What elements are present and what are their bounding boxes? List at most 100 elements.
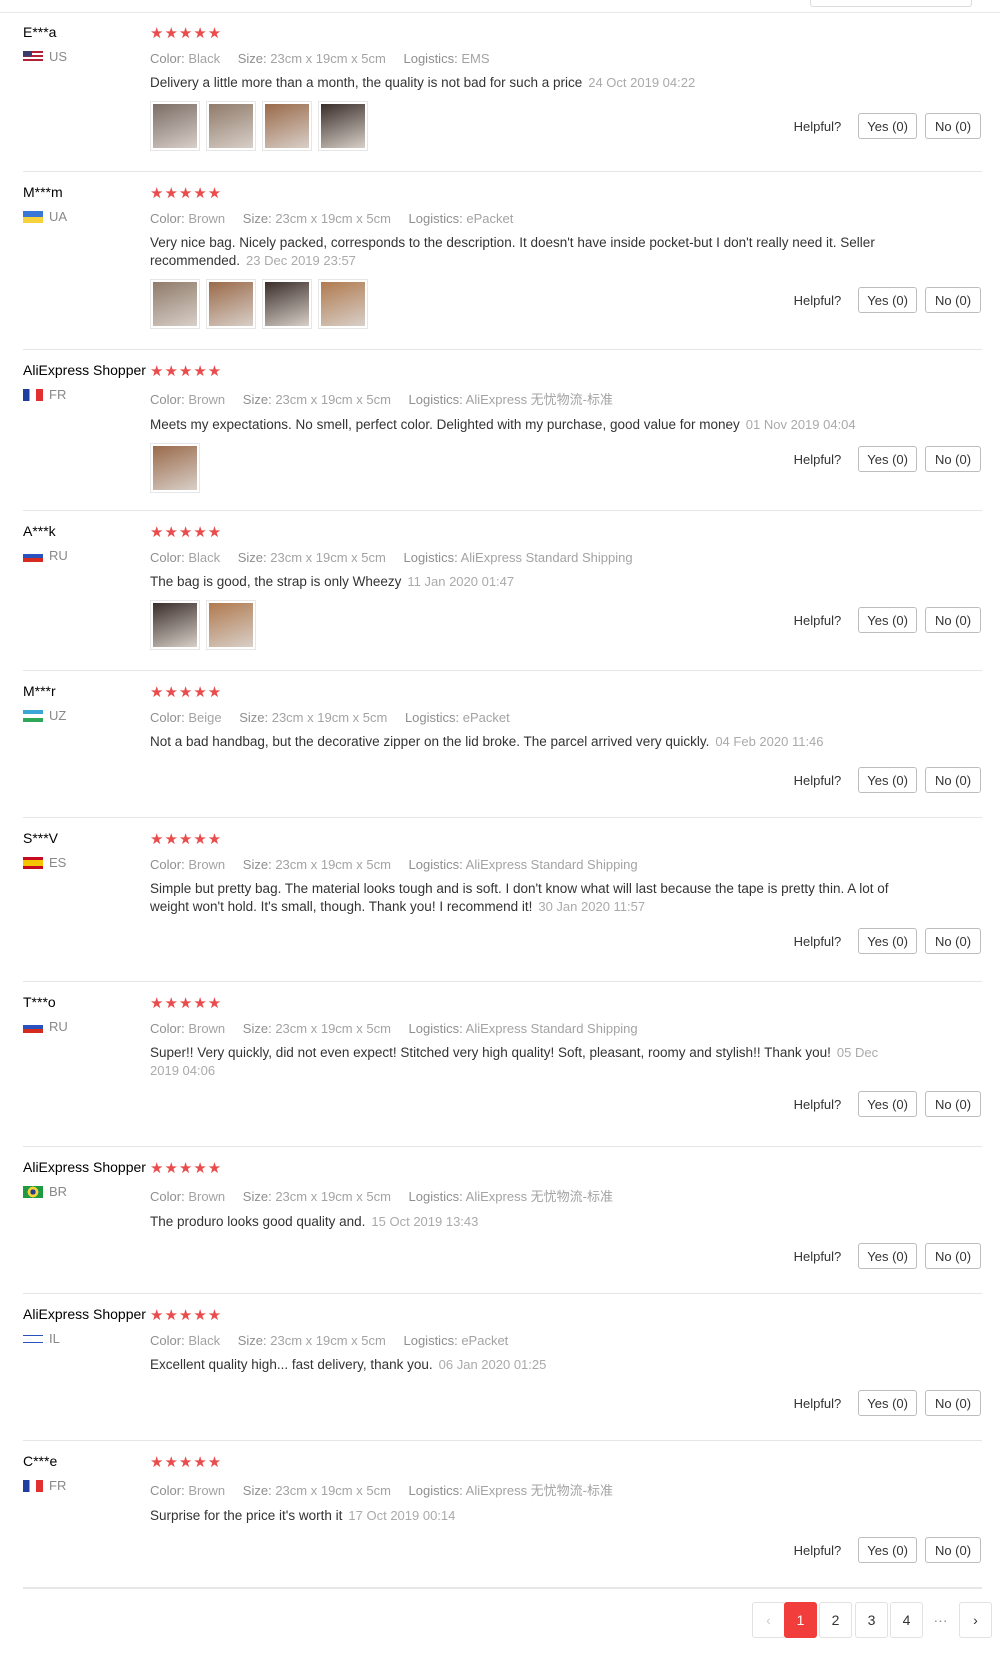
logistics-label: Logistics:: [403, 550, 458, 565]
review-meta: Color: Brown Size: 23cm x 19cm x 5cm Log…: [150, 1021, 890, 1036]
helpful-yes-button[interactable]: Yes (0): [858, 1091, 917, 1117]
reviewer-info: A***k RU: [23, 523, 153, 563]
logistics-value: ePacket: [461, 1333, 509, 1348]
review-text: Surprise for the price it's worth it: [150, 1508, 343, 1523]
reviewer-country: ES: [23, 855, 153, 870]
helpful-no-button[interactable]: No (0): [925, 928, 981, 954]
review-photo[interactable]: [150, 600, 200, 650]
helpful-no-button[interactable]: No (0): [925, 287, 981, 313]
review-photo[interactable]: [206, 279, 256, 329]
helpful-yes-button[interactable]: Yes (0): [858, 928, 917, 954]
reviewer-name: AliExpress Shopper: [23, 1159, 146, 1175]
logistics-value: AliExpress 无忧物流-标准: [465, 392, 614, 407]
review-body: Not a bad handbag, but the decorative zi…: [150, 733, 890, 751]
review-photo[interactable]: [262, 101, 312, 151]
star-rating: ★★★★★: [150, 684, 223, 701]
next-page-button[interactable]: ›: [959, 1602, 992, 1638]
review-text: Meets my expectations. No smell, perfect…: [150, 417, 740, 432]
review-meta: Color: Brown Size: 23cm x 19cm x 5cm Log…: [150, 1186, 890, 1205]
review-photo[interactable]: [206, 600, 256, 650]
reviewer-country: UA: [23, 209, 153, 224]
prev-page-button[interactable]: ‹: [752, 1602, 785, 1638]
helpful-label: Helpful?: [793, 1096, 842, 1112]
helpful-vote: Helpful? Yes (0) No (0): [794, 607, 981, 633]
page-button-1[interactable]: 1: [784, 1602, 817, 1638]
helpful-no-button[interactable]: No (0): [925, 1537, 981, 1563]
helpful-no-button[interactable]: No (0): [925, 1390, 981, 1416]
review-photo[interactable]: [150, 101, 200, 151]
size-label: Size:: [237, 550, 267, 565]
helpful-yes-button[interactable]: Yes (0): [858, 1243, 917, 1269]
logistics-label: Logistics:: [404, 710, 460, 725]
review-meta: Color: Black Size: 23cm x 19cm x 5cm Log…: [150, 550, 890, 565]
review-item: AliExpress Shopper FR ★★★★★ Color: Brown…: [23, 350, 982, 511]
size-value: 23cm x 19cm x 5cm: [275, 1483, 391, 1498]
size-label: Size:: [239, 710, 269, 725]
star-rating: ★★★★★: [150, 1454, 223, 1471]
logistics-value: EMS: [461, 51, 490, 66]
logistics-label: Logistics:: [408, 211, 463, 226]
size-label: Size:: [237, 1333, 267, 1348]
size-label: Size:: [242, 1189, 272, 1204]
helpful-no-button[interactable]: No (0): [925, 1091, 981, 1117]
color-value: Beige: [188, 710, 222, 725]
helpful-no-button[interactable]: No (0): [925, 113, 981, 139]
star-rating: ★★★★★: [150, 995, 223, 1012]
helpful-vote: Helpful? Yes (0) No (0): [794, 1091, 981, 1117]
reviewer-country: RU: [23, 548, 153, 563]
review-body: Excellent quality high... fast delivery,…: [150, 1356, 890, 1374]
helpful-yes-button[interactable]: Yes (0): [858, 446, 917, 472]
review-photo[interactable]: [318, 101, 368, 151]
flag-icon: [23, 388, 43, 401]
size-value: 23cm x 19cm x 5cm: [275, 1021, 391, 1036]
helpful-label: Helpful?: [793, 292, 842, 308]
helpful-yes-button[interactable]: Yes (0): [858, 113, 917, 139]
review-item: M***m UA ★★★★★ Color: Brown Size: 23cm x…: [23, 172, 982, 350]
size-label: Size:: [237, 51, 267, 66]
review-photo[interactable]: [150, 443, 200, 493]
logistics-label: Logistics:: [403, 1333, 458, 1348]
review-photos: [150, 443, 890, 493]
country-code: UZ: [49, 708, 67, 723]
chevron-right-icon: ›: [973, 1612, 978, 1628]
helpful-vote: Helpful? Yes (0) No (0): [794, 113, 981, 139]
helpful-yes-button[interactable]: Yes (0): [858, 1537, 917, 1563]
size-value: 23cm x 19cm x 5cm: [270, 51, 386, 66]
review-content: ★★★★★ Color: Brown Size: 23cm x 19cm x 5…: [150, 832, 890, 916]
helpful-yes-button[interactable]: Yes (0): [858, 607, 917, 633]
pagination: ‹ 1 2 3 4 ··· ›: [0, 1602, 1000, 1642]
sort-select[interactable]: [810, 0, 972, 7]
country-code: US: [49, 49, 68, 64]
helpful-no-button[interactable]: No (0): [925, 446, 981, 472]
review-body: The bag is good, the strap is only Wheez…: [150, 573, 890, 591]
flag-icon: [23, 709, 43, 722]
page-button-2[interactable]: 2: [819, 1602, 852, 1638]
helpful-label: Helpful?: [793, 612, 842, 628]
page-button-3[interactable]: 3: [855, 1602, 888, 1638]
helpful-no-button[interactable]: No (0): [925, 1243, 981, 1269]
helpful-yes-button[interactable]: Yes (0): [858, 287, 917, 313]
review-photo[interactable]: [150, 279, 200, 329]
helpful-no-button[interactable]: No (0): [925, 607, 981, 633]
helpful-no-button[interactable]: No (0): [925, 767, 981, 793]
reviewer-info: M***m UA: [23, 184, 153, 224]
review-photo[interactable]: [318, 279, 368, 329]
review-item: M***r UZ ★★★★★ Color: Beige Size: 23cm x…: [23, 671, 982, 818]
reviewer-name: E***a: [23, 24, 57, 40]
review-content: ★★★★★ Color: Black Size: 23cm x 19cm x 5…: [150, 525, 890, 650]
country-code: ES: [49, 855, 67, 870]
helpful-label: Helpful?: [793, 1248, 842, 1264]
helpful-yes-button[interactable]: Yes (0): [858, 767, 917, 793]
logistics-value: ePacket: [466, 211, 514, 226]
color-label: Color:: [150, 550, 185, 565]
review-date: 01 Nov 2019 04:04: [745, 417, 856, 432]
flag-icon: [23, 1332, 43, 1345]
page-button-4[interactable]: 4: [890, 1602, 923, 1638]
review-photo[interactable]: [206, 101, 256, 151]
color-label: Color:: [150, 51, 185, 66]
review-photo[interactable]: [262, 279, 312, 329]
reviewer-name: S***V: [23, 830, 59, 846]
list-bottom-divider: [23, 1588, 982, 1589]
helpful-yes-button[interactable]: Yes (0): [858, 1390, 917, 1416]
reviewer-name: AliExpress Shopper: [23, 362, 146, 378]
